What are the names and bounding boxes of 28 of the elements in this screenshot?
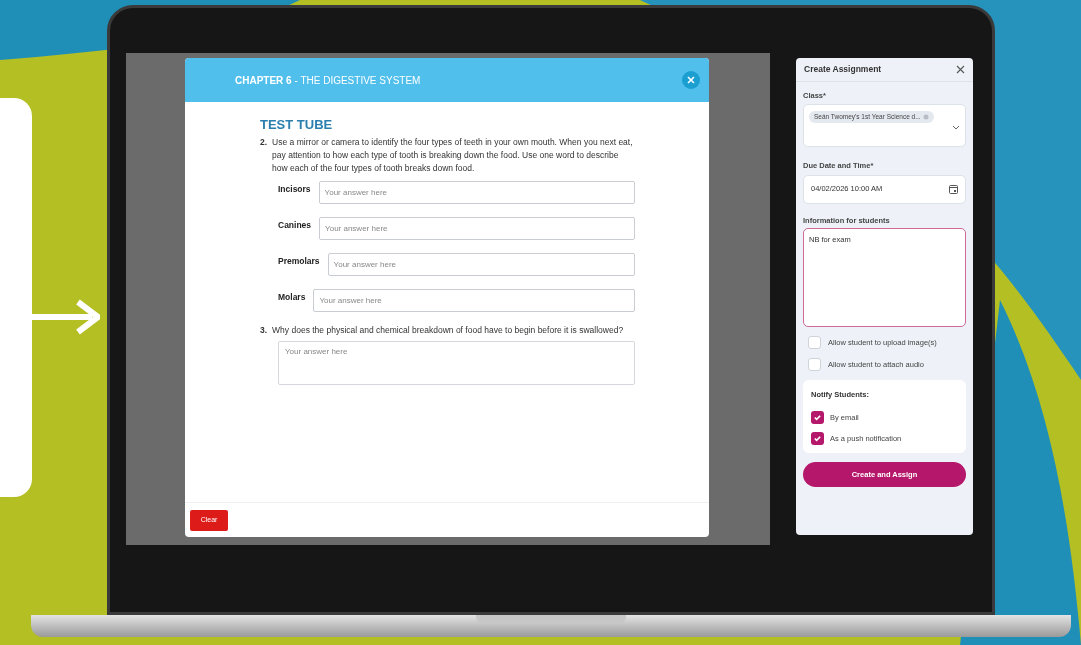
- answer-field[interactable]: Your answer here: [313, 289, 635, 312]
- checkbox[interactable]: [808, 357, 821, 371]
- check-icon: [813, 434, 822, 443]
- panel-title: Create Assignment: [804, 63, 882, 76]
- close-icon: [687, 76, 695, 84]
- checkbox[interactable]: [811, 411, 824, 424]
- chevron-icon: [952, 125, 960, 131]
- question-number: 2.: [260, 136, 268, 149]
- answer-field[interactable]: Your answer here: [327, 253, 635, 276]
- answer-label: Canines: [278, 219, 312, 232]
- question-number: 3.: [260, 324, 268, 337]
- calendar-icon: [949, 184, 958, 194]
- checkbox[interactable]: [808, 335, 821, 349]
- answer-label: Incisors: [278, 183, 311, 196]
- answer-box[interactable]: Your answer here: [278, 341, 635, 385]
- question-text: Use a mirror or camera to identify the four types of teeth in your own mouth. When you next eat, pay attention to how each type of tooth is breaking down the food. Use one word to describe how each of the four types of tooth breaks down food.: [272, 136, 634, 175]
- checkbox[interactable]: [811, 432, 824, 445]
- answer-field[interactable]: Your answer here: [318, 181, 635, 204]
- remove-icon[interactable]: [922, 114, 929, 121]
- check-icon: [813, 413, 822, 422]
- answer-field[interactable]: Your answer here: [319, 217, 635, 240]
- close-icon[interactable]: [956, 65, 965, 74]
- question-text: Why does the physical and chemical breakdown of food have to begin before it is swallowed?: [272, 324, 624, 337]
- chapter-title: CHAPTER 6 - THE DIGESTIVE SYSTEM: [235, 73, 421, 88]
- close-button[interactable]: [682, 71, 700, 89]
- answer-label: Premolars: [278, 255, 320, 268]
- answer-label: Molars: [278, 291, 306, 304]
- section-heading: TEST TUBE: [260, 118, 334, 131]
